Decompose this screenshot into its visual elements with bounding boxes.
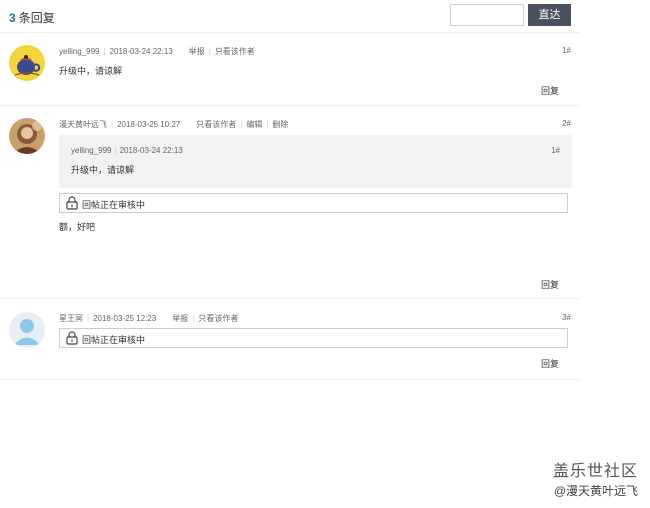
avatar[interactable] xyxy=(9,118,45,154)
reply-button[interactable]: 回复 xyxy=(541,84,559,97)
pending-notice-text: 回帖正在审核中 xyxy=(82,200,146,210)
reply-post-3: 星王冥 | 2018-03-25 12:23 举报 | 只看该作者 3# 回帖正在审核中 … xyxy=(0,299,580,380)
quote-username[interactable]: yelling_999 xyxy=(71,146,111,155)
post-content: 升级中，请谅解 xyxy=(59,66,123,76)
report-link[interactable]: 举报 xyxy=(172,314,188,323)
post-meta: 星王冥 | 2018-03-25 12:23 举报 | 只看该作者 xyxy=(59,314,239,323)
default-avatar-icon xyxy=(9,312,45,348)
post-datetime: 2018-03-24 22:13 xyxy=(109,47,173,56)
reply-button[interactable]: 回复 xyxy=(541,278,559,291)
quote-meta: yelling_999 | 2018-03-24 22:13 xyxy=(71,146,183,155)
view-author-only-link[interactable]: 只看该作者 xyxy=(215,47,255,56)
floor-number: 1# xyxy=(562,46,571,55)
lock-icon xyxy=(66,331,78,345)
delete-link[interactable]: 删除 xyxy=(272,120,288,129)
floor-jump-input[interactable] xyxy=(450,4,524,26)
quote-content: 升级中，请谅解 xyxy=(71,165,135,175)
floor-number: 3# xyxy=(562,313,571,322)
quote-datetime: 2018-03-24 22:13 xyxy=(119,146,183,155)
report-link[interactable]: 举报 xyxy=(189,47,205,56)
reply-post-1: yelling_999 | 2018-03-24 22:13 举报 | 只看该作者 1# … xyxy=(0,33,580,106)
pending-review-notice: 回帖正在审核中 xyxy=(59,193,568,213)
reply-page: 3 条回复 直达 yelling_999 | 2018-03-24 22:13 举报 | 只… xyxy=(0,0,650,508)
reply-header: 3 条回复 直达 xyxy=(0,0,580,33)
post-meta: 漫天黄叶远飞 | 2018-03-25 10:27 只看该作者 | 编辑 | 删除 xyxy=(59,120,289,129)
reply-count: 3 条回复 xyxy=(9,9,55,26)
username[interactable]: 漫天黄叶远飞 xyxy=(59,120,107,129)
watermark-title: 盖乐世社区 xyxy=(552,463,638,480)
watermark-subtitle: @漫天黄叶远飞 xyxy=(553,484,638,498)
pending-review-notice: 回帖正在审核中 xyxy=(59,328,568,348)
reply-count-label: 条回复 xyxy=(18,11,55,25)
username[interactable]: 星王冥 xyxy=(59,314,83,323)
reply-button[interactable]: 回复 xyxy=(541,357,559,370)
edit-link[interactable]: 编辑 xyxy=(246,120,262,129)
floor-number: 2# xyxy=(562,119,571,128)
view-author-only-link[interactable]: 只看该作者 xyxy=(196,120,236,129)
avatar[interactable] xyxy=(9,312,45,348)
lock-icon xyxy=(66,196,78,210)
reply-post-2: 漫天黄叶远飞 | 2018-03-25 10:27 只看该作者 | 编辑 | 删除 2# ye… xyxy=(0,106,580,299)
post-meta: yelling_999 | 2018-03-24 22:13 举报 | 只看该作者 xyxy=(59,47,255,56)
quoted-reply: yelling_999 | 2018-03-24 22:13 1# 升级中，请谅解 xyxy=(59,135,572,188)
reply-count-number: 3 xyxy=(9,11,16,25)
avatar[interactable] xyxy=(9,45,45,81)
post-content: 额，好吧 xyxy=(59,222,96,232)
view-author-only-link[interactable]: 只看该作者 xyxy=(198,314,238,323)
username[interactable]: yelling_999 xyxy=(59,47,99,56)
post-datetime: 2018-03-25 10:27 xyxy=(117,120,181,129)
quote-floor-number: 1# xyxy=(551,146,560,155)
post-datetime: 2018-03-25 12:23 xyxy=(93,314,157,323)
jump-button[interactable]: 直达 xyxy=(528,4,571,26)
pending-notice-text: 回帖正在审核中 xyxy=(82,335,146,345)
